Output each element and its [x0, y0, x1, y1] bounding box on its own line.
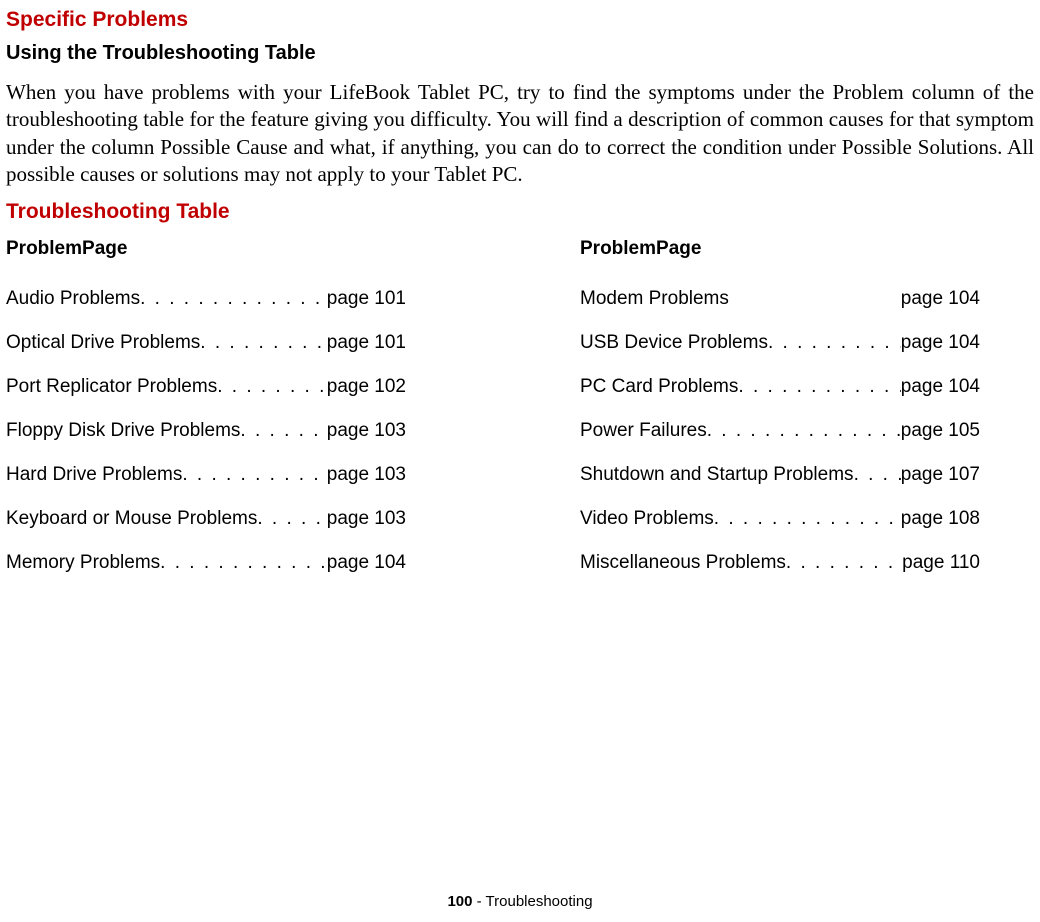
toc-row: Hard Drive Problems page 103	[6, 464, 406, 486]
toc-page: page 105	[901, 420, 980, 442]
toc-column-left: ProblemPage Audio Problems page 101Optic…	[6, 238, 460, 596]
footer-section-name: Troubleshooting	[486, 893, 593, 910]
toc-dots	[729, 288, 901, 310]
toc-row: Keyboard or Mouse Problems page 103	[6, 508, 406, 530]
toc-dots	[257, 508, 326, 530]
table-heading: Troubleshooting Table	[6, 200, 1034, 224]
toc-label: Miscellaneous Problems	[580, 552, 786, 574]
page-footer: 100 - Troubleshooting	[0, 893, 1040, 910]
toc-page: page 103	[327, 508, 406, 530]
toc-page: page 103	[327, 464, 406, 486]
toc-dots	[160, 552, 327, 574]
toc-label: PC Card Problems	[580, 376, 738, 398]
toc-dots	[786, 552, 902, 574]
toc-page: page 104	[901, 288, 980, 310]
toc-dots	[768, 332, 901, 354]
toc-dots	[217, 376, 327, 398]
toc-label: Port Replicator Problems	[6, 376, 217, 398]
toc-label: Audio Problems	[6, 288, 140, 310]
toc-dots	[714, 508, 901, 530]
toc-label: Hard Drive Problems	[6, 464, 182, 486]
toc-page: page 104	[901, 376, 980, 398]
toc-dots	[200, 332, 326, 354]
toc-dots	[182, 464, 326, 486]
toc-page: page 102	[327, 376, 406, 398]
toc-row: Optical Drive Problems page 101	[6, 332, 406, 354]
toc-page: page 110	[902, 552, 980, 574]
toc-row: Miscellaneous Problems page 110	[580, 552, 980, 574]
toc-label: Floppy Disk Drive Problems	[6, 420, 240, 442]
toc-dots	[854, 464, 901, 486]
toc-row: Video Problems page 108	[580, 508, 980, 530]
toc-row: Shutdown and Startup Problems page 107	[580, 464, 980, 486]
column-header: ProblemPage	[580, 238, 1034, 260]
toc-row: Port Replicator Problems page 102	[6, 376, 406, 398]
footer-page-number: 100	[447, 893, 472, 910]
toc-label: USB Device Problems	[580, 332, 768, 354]
toc-page: page 104	[327, 552, 406, 574]
toc-row: Power Failures page 105	[580, 420, 980, 442]
toc-row: Memory Problems page 104	[6, 552, 406, 574]
toc-row: Modem Problems page 104	[580, 288, 980, 310]
toc-row: Audio Problems page 101	[6, 288, 406, 310]
toc-column-right: ProblemPage Modem Problems page 104USB D…	[580, 238, 1034, 596]
toc-columns: ProblemPage Audio Problems page 101Optic…	[6, 238, 1034, 596]
footer-separator: -	[472, 893, 485, 910]
column-header: ProblemPage	[6, 238, 460, 260]
toc-label: Keyboard or Mouse Problems	[6, 508, 257, 530]
toc-dots	[140, 288, 327, 310]
toc-page: page 104	[901, 332, 980, 354]
toc-label: Power Failures	[580, 420, 707, 442]
toc-row: Floppy Disk Drive Problems page 103	[6, 420, 406, 442]
toc-label: Video Problems	[580, 508, 714, 530]
toc-row: USB Device Problems page 104	[580, 332, 980, 354]
toc-dots	[240, 420, 326, 442]
toc-page: page 101	[327, 332, 406, 354]
toc-page: page 108	[901, 508, 980, 530]
toc-label: Optical Drive Problems	[6, 332, 200, 354]
toc-page: page 107	[901, 464, 980, 486]
toc-page: page 103	[327, 420, 406, 442]
toc-label: Memory Problems	[6, 552, 160, 574]
body-paragraph: When you have problems with your LifeBoo…	[6, 79, 1034, 188]
toc-dots	[738, 376, 900, 398]
toc-row: PC Card Problems page 104	[580, 376, 980, 398]
toc-label: Modem Problems	[580, 288, 729, 310]
sub-heading: Using the Troubleshooting Table	[6, 42, 1034, 65]
toc-dots	[707, 420, 901, 442]
section-heading: Specific Problems	[6, 8, 1034, 32]
toc-page: page 101	[327, 288, 406, 310]
toc-label: Shutdown and Startup Problems	[580, 464, 854, 486]
